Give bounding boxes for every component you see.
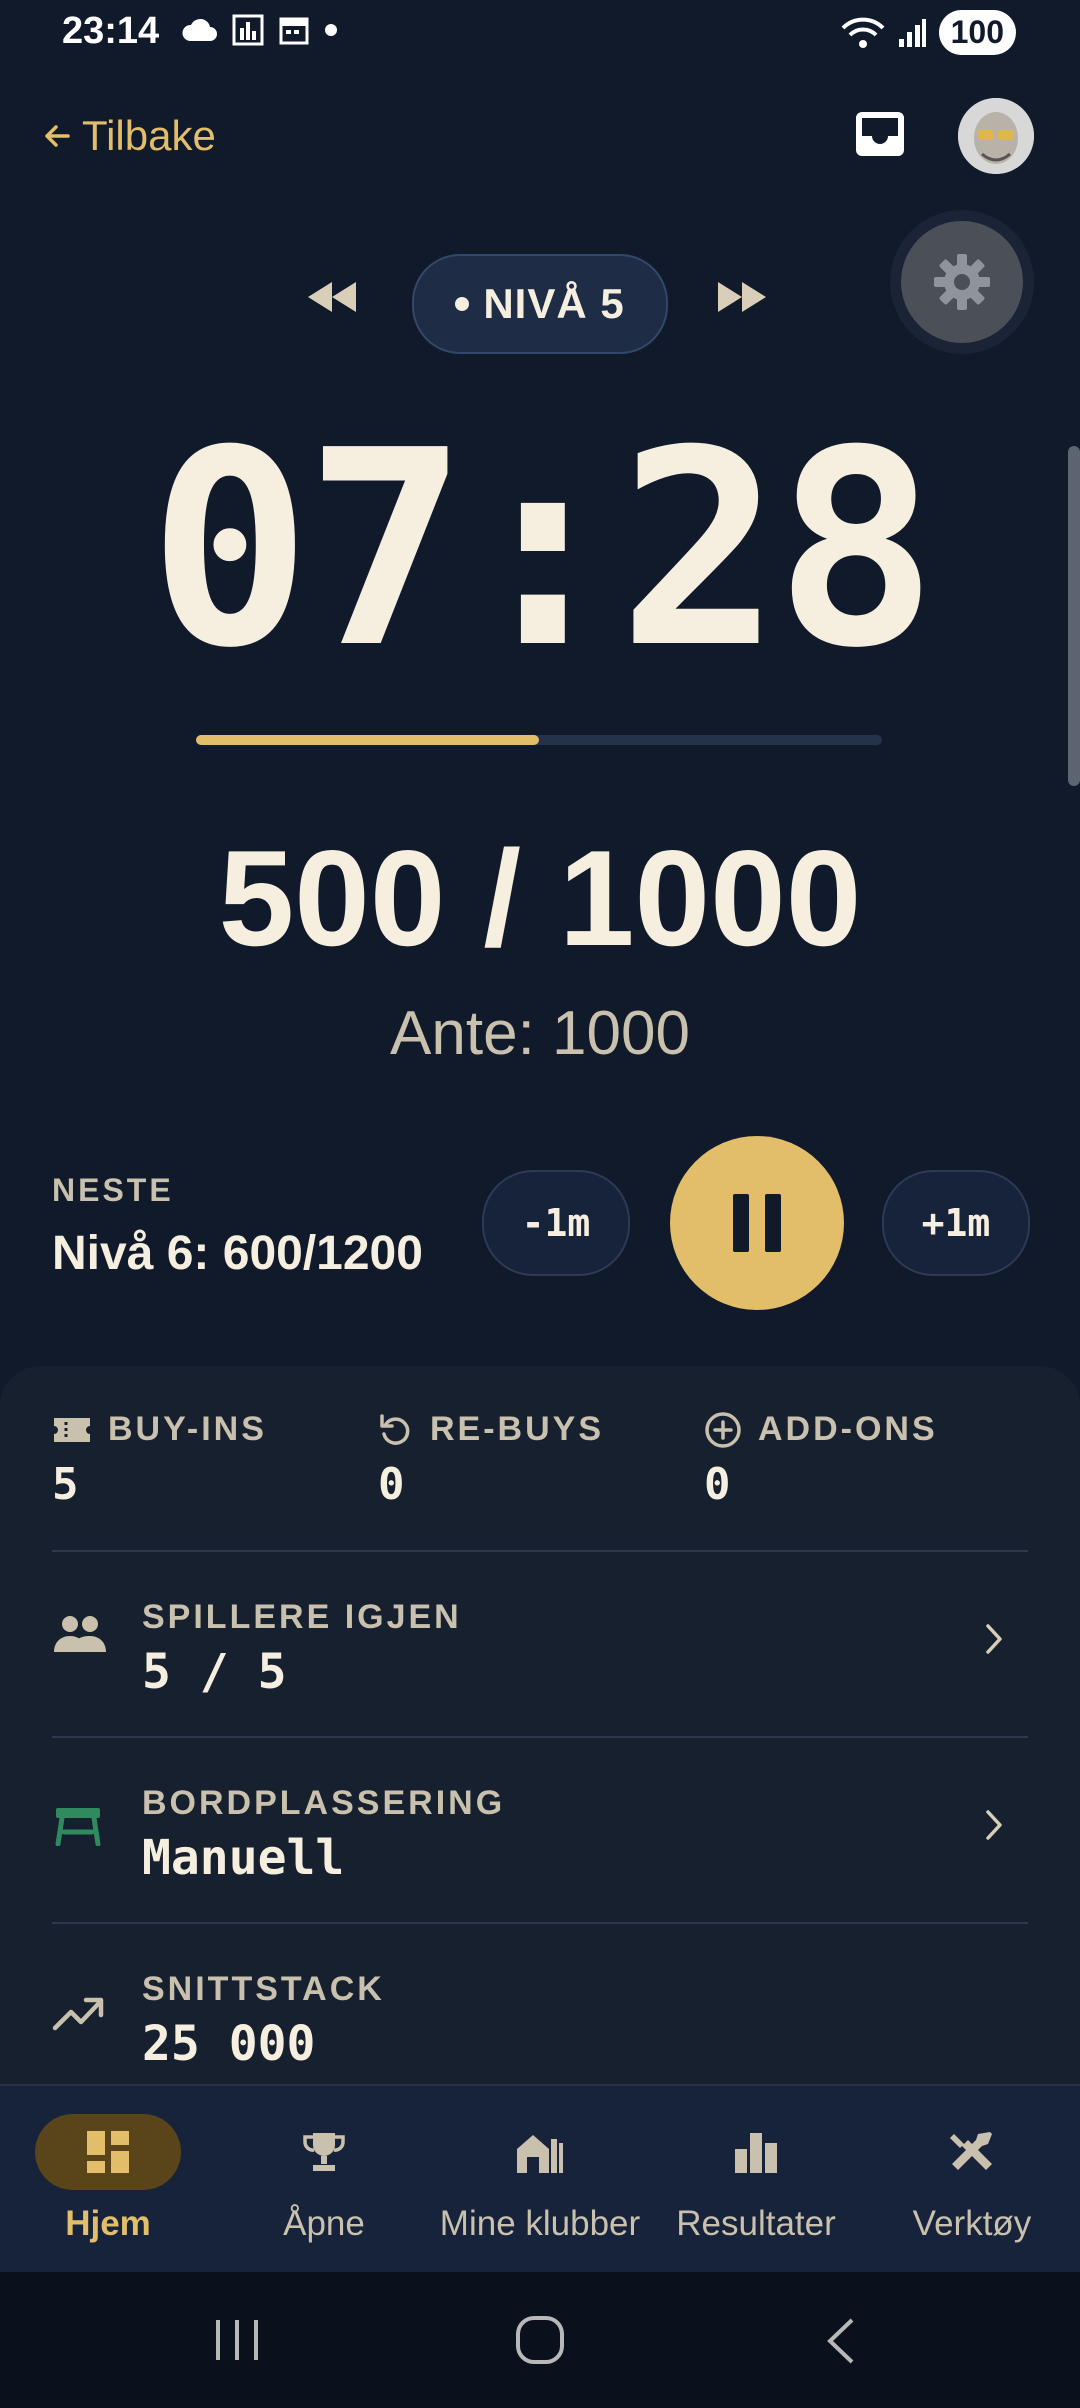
battery-indicator: 100 — [938, 10, 1016, 55]
nav-icon-container — [251, 2114, 397, 2190]
people-icon — [52, 1614, 108, 1659]
minus-minute-button[interactable]: -1m — [482, 1170, 630, 1276]
signal-icon — [898, 18, 926, 47]
level-dot — [455, 297, 470, 311]
level-label: NIVÅ 5 — [483, 280, 625, 327]
buy-ins-stat: BUY-INS 5 — [52, 1410, 267, 1510]
nav-item-tools[interactable]: Verktøy — [864, 2086, 1080, 2274]
leaderboard-icon — [735, 2133, 777, 2173]
avatar-image — [958, 98, 1034, 174]
nav-label-open: Åpne — [283, 2204, 365, 2243]
current-blinds: 500 / 1000 — [218, 822, 862, 974]
nav-label-home: Hjem — [65, 2204, 151, 2243]
home-system-button[interactable] — [514, 2314, 566, 2371]
bar-chart-icon — [232, 14, 264, 46]
status-notification-icons — [180, 14, 338, 46]
players-remaining-value: 5 / 5 — [142, 1644, 287, 1700]
nav-label-clubs: Mine klubber — [439, 2204, 641, 2243]
arrow-left-icon — [45, 125, 70, 147]
status-time: 23:14 — [62, 10, 160, 52]
scrollbar[interactable] — [1068, 446, 1080, 786]
inbox-icon — [856, 112, 904, 156]
settings-button-inner — [901, 221, 1023, 343]
chevron-left-icon — [827, 2318, 854, 2364]
dashboard-icon — [87, 2131, 129, 2173]
rebuys-stat: RE-BUYS 0 — [378, 1410, 604, 1510]
home-circle-icon — [516, 2316, 564, 2364]
dot-icon — [325, 24, 337, 36]
nav-icon-container — [35, 2114, 181, 2190]
average-stack-label: SNITTSTACK — [142, 1970, 385, 2008]
avatar[interactable] — [958, 98, 1034, 174]
buy-ins-label: BUY-INS — [108, 1410, 267, 1448]
plus-minute-button[interactable]: +1m — [882, 1170, 1030, 1276]
current-ante: Ante: 1000 — [390, 999, 690, 1068]
calendar-icon — [279, 17, 309, 45]
table-icon — [52, 1806, 104, 1851]
chevron-right-icon — [984, 1808, 1004, 1847]
trophy-icon — [303, 2133, 345, 2171]
buy-ins-value: 5 — [52, 1459, 79, 1510]
nav-item-results[interactable]: Resultater — [648, 2086, 864, 2274]
bottom-navigation: Hjem Åpne Mine klubber Resultater Verktø… — [0, 2084, 1080, 2274]
gear-icon — [934, 254, 990, 310]
average-stack-row: SNITTSTACK 25 000 — [0, 1924, 1080, 2084]
back-button[interactable]: Tilbake — [42, 112, 216, 160]
addons-label: ADD-ONS — [758, 1410, 938, 1448]
level-progress-fill — [196, 735, 539, 745]
level-progress-bar — [196, 735, 882, 745]
chevron-right-icon — [984, 1622, 1004, 1661]
nav-label-tools: Verktøy — [912, 2204, 1032, 2243]
players-remaining-label: SPILLERE IGJEN — [142, 1598, 462, 1636]
next-level-button[interactable] — [716, 280, 768, 319]
trending-up-icon — [52, 1996, 104, 2037]
level-indicator[interactable]: NIVÅ 5 — [412, 254, 668, 354]
players-remaining-row[interactable]: SPILLERE IGJEN 5 / 5 — [0, 1552, 1080, 1736]
rewind-icon — [308, 282, 356, 312]
nav-label-results: Resultater — [676, 2204, 836, 2243]
cloud-icon — [182, 18, 217, 41]
previous-level-button[interactable] — [306, 280, 358, 319]
ticket-icon — [54, 1417, 90, 1442]
recent-apps-icon — [216, 2320, 258, 2360]
pause-icon — [733, 1194, 781, 1252]
status-system-icons: 100 — [841, 10, 1016, 55]
pause-button[interactable] — [670, 1136, 844, 1310]
nav-icon-container — [899, 2114, 1045, 2190]
inbox-button[interactable] — [852, 106, 908, 162]
average-stack-value: 25 000 — [142, 2016, 316, 2072]
system-back-button[interactable] — [824, 2316, 858, 2371]
seating-row[interactable]: BORDPLASSERING Manuell — [0, 1738, 1080, 1922]
fast-forward-icon — [718, 282, 766, 312]
rebuys-label: RE-BUYS — [430, 1410, 605, 1448]
seating-label: BORDPLASSERING — [142, 1784, 506, 1822]
tools-icon — [950, 2132, 992, 2170]
back-label: Tilbake — [82, 112, 216, 159]
wifi-icon — [841, 17, 885, 48]
nav-item-clubs[interactable]: Mine klubber — [432, 2086, 648, 2274]
settings-button[interactable] — [890, 210, 1034, 354]
nav-icon-container — [467, 2114, 613, 2190]
buildings-icon — [517, 2135, 563, 2173]
nav-icon-container — [683, 2114, 829, 2190]
countdown-timer: 07:28 — [148, 392, 938, 707]
system-navigation-bar — [0, 2272, 1080, 2408]
next-level-label: NESTE — [52, 1172, 174, 1208]
nav-item-open[interactable]: Åpne — [216, 2086, 432, 2274]
rebuys-value: 0 — [378, 1459, 405, 1510]
addons-stat: ADD-ONS 0 — [704, 1410, 938, 1510]
seating-value: Manuell — [142, 1830, 345, 1886]
next-level-value: Nivå 6: 600/1200 — [52, 1227, 423, 1280]
nav-item-home[interactable]: Hjem — [0, 2086, 216, 2274]
addons-value: 0 — [704, 1459, 731, 1510]
refresh-icon — [380, 1413, 410, 1445]
add-circle-icon — [705, 1411, 741, 1448]
recent-apps-button[interactable] — [212, 2318, 262, 2367]
